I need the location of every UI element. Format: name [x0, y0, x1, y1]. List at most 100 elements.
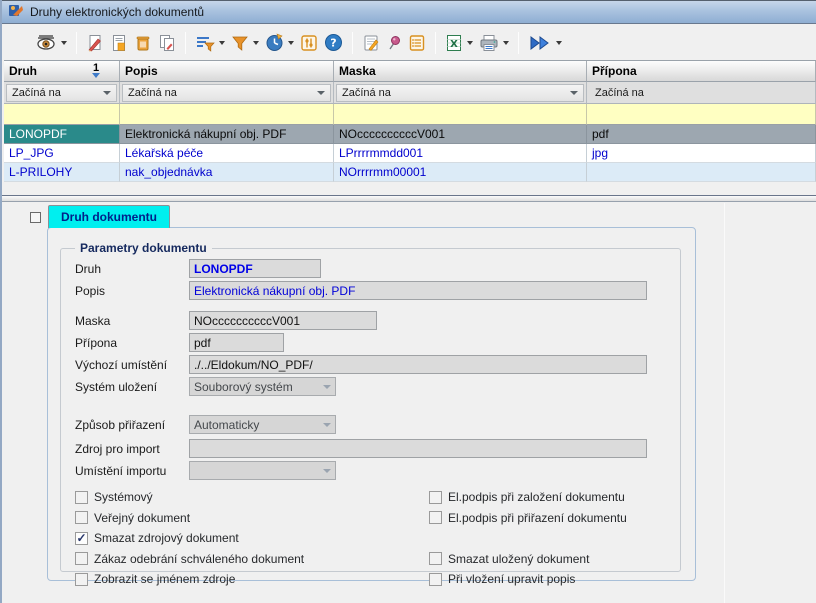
chevron-down-icon: [323, 385, 331, 389]
form-row: Systém uložení Souborový systém: [75, 377, 668, 396]
delete-record-button[interactable]: [131, 32, 155, 54]
detail-collapse-checkbox[interactable]: [30, 212, 41, 223]
copy-record-button[interactable]: [155, 32, 179, 54]
checkbox-box: [75, 491, 88, 504]
table-row[interactable]: LP_JPG Lékařská péče LPrrrrmmdd001 jpg: [4, 144, 816, 163]
print-icon: [479, 34, 499, 52]
filter-button[interactable]: [228, 32, 262, 54]
checkbox-box: [429, 552, 442, 565]
new-record-button[interactable]: [83, 32, 107, 54]
filter-operator-popis[interactable]: Začíná na: [122, 84, 331, 102]
column-header-druh[interactable]: Druh 1: [4, 61, 120, 82]
checkbox-smazat-zdrojovy[interactable]: Smazat zdrojový dokument: [75, 531, 429, 545]
splitter-handle[interactable]: [2, 195, 816, 202]
sort-filter-button[interactable]: [192, 32, 228, 54]
checkbox-el-podpis-zalozeni[interactable]: El.podpis při založení dokumentu: [429, 490, 625, 504]
umisteni-importu-combo[interactable]: [189, 461, 336, 480]
table-row[interactable]: LONOPDF Elektronická nákupní obj. PDF NO…: [4, 125, 816, 144]
pripona-field[interactable]: pdf: [189, 333, 284, 352]
filter-operator-maska[interactable]: Začíná na: [336, 84, 584, 102]
filter-input-druh[interactable]: [4, 104, 119, 124]
druh-field[interactable]: LONOPDF: [189, 259, 321, 278]
cell-maska[interactable]: LPrrrrmmdd001: [334, 144, 587, 163]
filter-input-cell: [4, 104, 120, 125]
cell-druh[interactable]: LONOPDF: [4, 125, 120, 144]
refresh-button[interactable]: [262, 31, 297, 54]
cell-popis[interactable]: Lékařská péče: [120, 144, 334, 163]
groupbox-legend: Parametry dokumentu: [75, 241, 212, 255]
filter-input-maska[interactable]: [334, 104, 586, 124]
print-button[interactable]: [476, 32, 512, 54]
chevron-down-icon: [323, 423, 331, 427]
field-label-zdroj-pro-import: Zdroj pro import: [75, 442, 189, 456]
more-actions-button[interactable]: [525, 32, 565, 54]
titlebar: Druhy elektronických dokumentů: [2, 0, 816, 24]
tab-druh-dokumentu[interactable]: Druh dokumentu: [48, 205, 170, 228]
column-header-maska[interactable]: Maska: [334, 61, 587, 82]
settings-button[interactable]: [297, 32, 321, 54]
filter-input-popis[interactable]: [120, 104, 333, 124]
zpusob-prirazeni-combo[interactable]: Automaticky: [189, 415, 336, 434]
window-title: Druhy elektronických dokumentů: [30, 5, 204, 19]
zdroj-pro-import-field[interactable]: [189, 439, 647, 458]
system-ulozeni-combo[interactable]: Souborový systém: [189, 377, 336, 396]
checkbox-el-podpis-prirazeni[interactable]: El.podpis při přiřazení dokumentu: [429, 511, 627, 525]
filter-operator-cell: Začíná na: [120, 82, 334, 104]
cell-pripona[interactable]: [587, 163, 816, 182]
checkbox-area: Systémový El.podpis při založení dokumen…: [75, 487, 668, 590]
cell-druh[interactable]: LP_JPG: [4, 144, 120, 163]
cell-popis[interactable]: nak_objednávka: [120, 163, 334, 182]
maska-field[interactable]: NOccccccccccV001: [189, 311, 377, 330]
checkbox-zobrazit-jmenem-zdroje[interactable]: Zobrazit se jménem zdroje: [75, 572, 429, 586]
field-label-system-ulozeni: Systém uložení: [75, 380, 189, 394]
cell-maska[interactable]: NOrrrrmm00001: [334, 163, 587, 182]
dropdown-arrow-icon: [219, 41, 225, 45]
export-excel-button[interactable]: X: [442, 32, 476, 54]
filter-input-cell: [334, 104, 587, 125]
checkbox-smazat-ulozeny[interactable]: Smazat uložený dokument: [429, 552, 589, 566]
checkbox-systemovy[interactable]: Systémový: [75, 490, 429, 504]
checkbox-label: Při vložení upravit popis: [448, 572, 575, 586]
popis-field[interactable]: Elektronická nákupní obj. PDF: [189, 281, 647, 300]
help-button[interactable]: ?: [321, 31, 346, 54]
field-value: pdf: [194, 336, 211, 350]
chevron-down-icon: [570, 91, 578, 95]
sort-down-icon: [92, 73, 100, 78]
checkbox-box: [429, 573, 442, 586]
checkbox-pri-vlozeni-upravit[interactable]: Při vložení upravit popis: [429, 572, 575, 586]
checkbox-box: [75, 573, 88, 586]
cell-popis[interactable]: Elektronická nákupní obj. PDF: [120, 125, 334, 144]
vychozi-umisteni-field[interactable]: ./../Eldokum/NO_PDF/: [189, 355, 647, 374]
filter-input-cell: [120, 104, 334, 125]
field-value: Elektronická nákupní obj. PDF: [194, 284, 355, 298]
column-header-popis[interactable]: Popis: [120, 61, 334, 82]
pin-button[interactable]: [383, 32, 405, 54]
delete-icon: [134, 34, 152, 52]
filter-input-pripona[interactable]: [587, 104, 815, 124]
filter-operator-pripona[interactable]: Začíná na: [589, 84, 813, 102]
filter-operator-druh[interactable]: Začíná na: [6, 84, 117, 102]
cell-pripona[interactable]: jpg: [587, 144, 816, 163]
new-document-icon: [86, 34, 104, 52]
sort-filter-icon: [195, 34, 215, 52]
view-menu-button[interactable]: [32, 32, 70, 54]
checkbox-zakaz-odebrani[interactable]: Zákaz odebrání schváleného dokument: [75, 552, 429, 566]
panel-divider: [724, 203, 725, 603]
cell-pripona[interactable]: pdf: [587, 125, 816, 144]
filter-operator-cell: Začíná na: [587, 82, 816, 104]
checkbox-row: Zákaz odebrání schváleného dokument Smaz…: [75, 549, 668, 570]
detail-area: Druh dokumentu Parametry dokumentu Druh …: [2, 203, 816, 603]
cell-maska[interactable]: NOccccccccccV001: [334, 125, 587, 144]
field-label-pripona: Přípona: [75, 336, 189, 350]
svg-text:X: X: [450, 39, 458, 50]
column-header-pripona[interactable]: Přípona: [587, 61, 816, 82]
checkbox-verejny-dokument[interactable]: Veřejný dokument: [75, 511, 429, 525]
form-row: Zdroj pro import: [75, 439, 668, 458]
table-row[interactable]: L-PRILOHY nak_objednávka NOrrrrmm00001: [4, 163, 816, 182]
tab-label: Druh dokumentu: [61, 210, 157, 224]
checkbox-box-checked: [75, 532, 88, 545]
edit-note-button[interactable]: [359, 32, 383, 54]
cell-druh[interactable]: L-PRILOHY: [4, 163, 120, 182]
checklist-button[interactable]: [405, 32, 429, 54]
edit-record-button[interactable]: [107, 32, 131, 54]
